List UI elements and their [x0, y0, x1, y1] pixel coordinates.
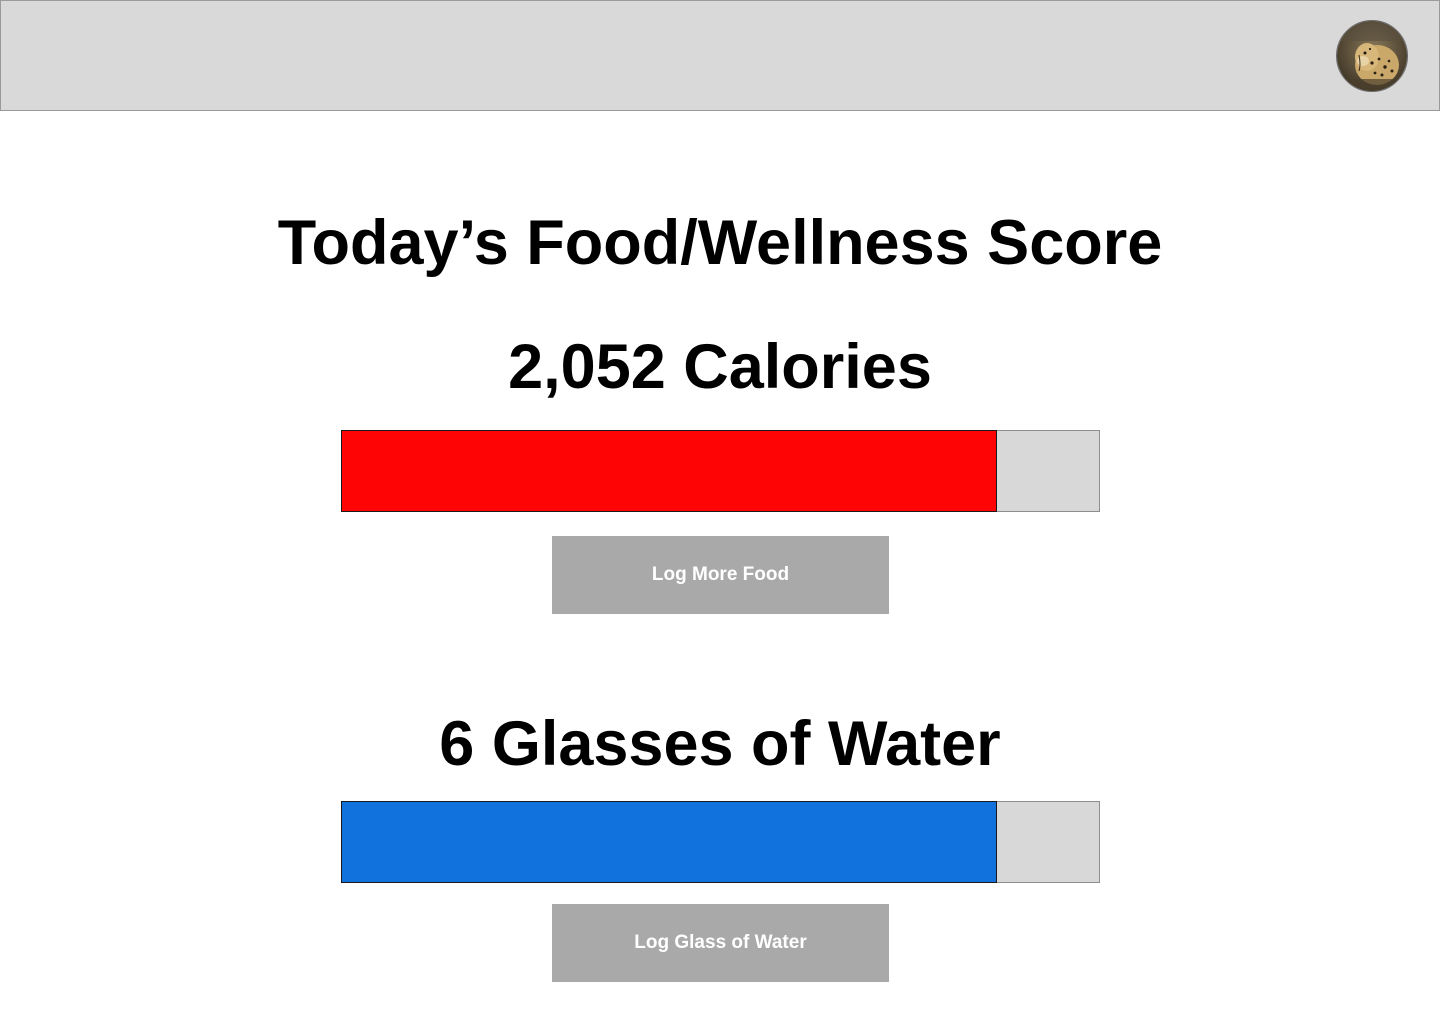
calories-count: 2,052 Calories	[508, 332, 932, 402]
calories-progress-bar	[341, 430, 1100, 512]
water-progress-fill	[341, 801, 997, 883]
user-avatar[interactable]	[1336, 20, 1408, 92]
calories-progress-fill	[341, 430, 997, 512]
log-more-food-button[interactable]: Log More Food	[552, 536, 889, 614]
top-bar	[0, 0, 1440, 111]
page-title: Today’s Food/Wellness Score	[277, 208, 1163, 278]
water-count: 6 Glasses of Water	[439, 709, 1001, 779]
water-progress-bar	[341, 801, 1100, 883]
log-glass-of-water-button[interactable]: Log Glass of Water	[552, 904, 889, 982]
cheetah-photo-icon	[1337, 21, 1407, 91]
